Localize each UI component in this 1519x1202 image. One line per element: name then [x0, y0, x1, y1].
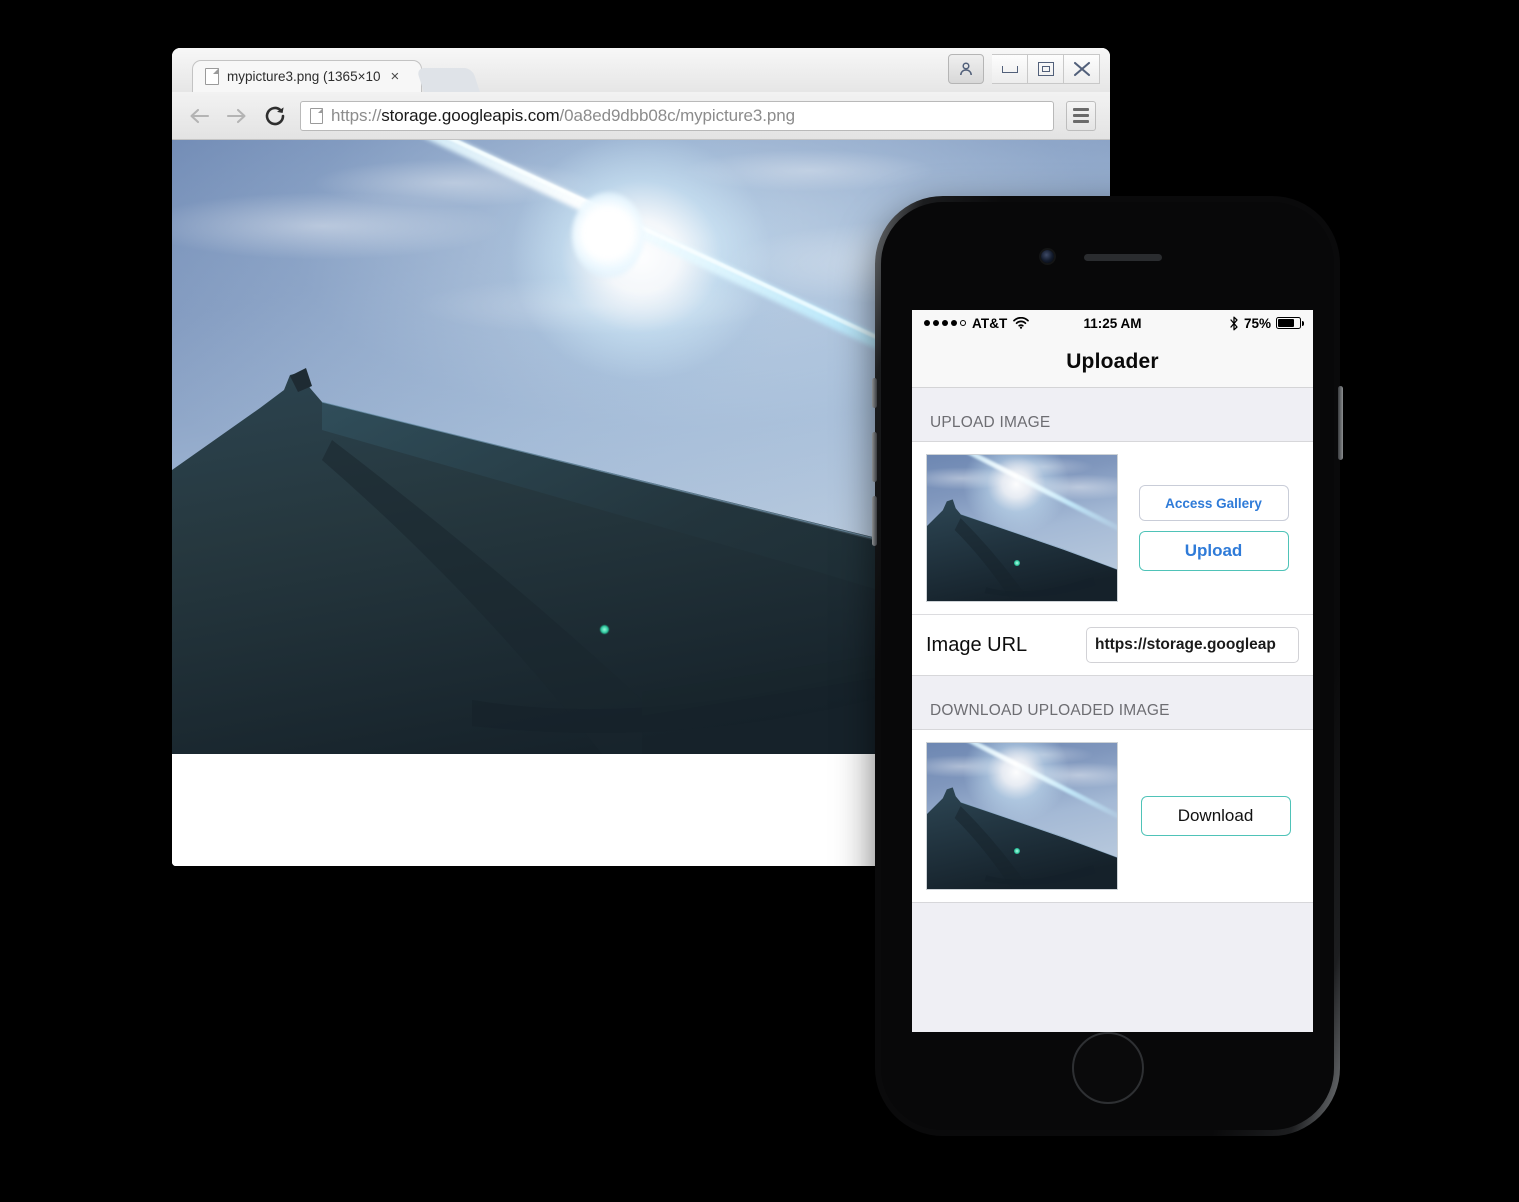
iphone-device: AT&T 11:25 AM 75% Uploader UPLOAD IMAGE … — [872, 196, 1343, 1136]
power-button[interactable] — [1338, 386, 1343, 460]
document-icon — [205, 68, 219, 85]
app-nav-bar: Uploader — [912, 336, 1313, 388]
front-camera-icon — [1041, 250, 1054, 263]
browser-toolbar: https://storage.googleapis.com/0a8ed9dbb… — [172, 92, 1110, 140]
screenshot-stage: mypicture3.png (1365×10 × https://storag… — [0, 0, 1519, 1202]
browser-tab-title: mypicture3.png (1365×10 — [227, 69, 381, 84]
close-button[interactable] — [1064, 54, 1100, 84]
status-bar-left: AT&T — [924, 315, 1030, 331]
section-header-upload: UPLOAD IMAGE — [912, 388, 1313, 441]
minimize-button[interactable] — [992, 54, 1028, 84]
home-button[interactable] — [1071, 1032, 1144, 1104]
upload-row: Access Gallery Upload — [912, 442, 1313, 614]
tab-close-icon[interactable]: × — [388, 69, 399, 84]
download-row: Download — [912, 730, 1313, 902]
upload-group: Access Gallery Upload Image URL https://… — [912, 441, 1313, 676]
browser-tab[interactable]: mypicture3.png (1365×10 × — [192, 60, 422, 92]
reload-icon[interactable] — [262, 103, 288, 129]
forward-arrow-icon[interactable] — [224, 103, 250, 129]
scroll-view-footer — [912, 903, 1313, 1032]
browser-title-bar: mypicture3.png (1365×10 × — [172, 48, 1110, 92]
back-arrow-icon[interactable] — [186, 103, 212, 129]
access-gallery-button[interactable]: Access Gallery — [1138, 485, 1289, 521]
url-host: storage.googleapis.com — [381, 105, 560, 125]
image-url-input[interactable]: https://storage.googleap — [1086, 627, 1299, 663]
browser-tab-strip: mypicture3.png (1365×10 × — [192, 60, 480, 92]
address-bar-url: https://storage.googleapis.com/0a8ed9dbb… — [331, 106, 795, 126]
status-bar-right: 75% — [1229, 315, 1305, 331]
battery-icon — [1276, 317, 1305, 329]
user-account-icon[interactable] — [948, 54, 984, 84]
page-document-icon — [310, 107, 323, 124]
window-controls — [948, 54, 1100, 84]
volume-up-button[interactable] — [872, 432, 877, 482]
volume-down-button[interactable] — [872, 496, 877, 546]
phone-body: AT&T 11:25 AM 75% Uploader UPLOAD IMAGE … — [881, 202, 1334, 1130]
battery-percent-label: 75% — [1243, 315, 1271, 331]
app-scroll-view[interactable]: UPLOAD IMAGE Access Gallery Upload Image… — [912, 388, 1313, 1032]
url-path: /0a8ed9dbb08c/mypicture3.png — [559, 105, 795, 125]
image-url-label: Image URL — [926, 633, 1028, 656]
wifi-icon — [1013, 317, 1030, 329]
upload-actions: Access Gallery Upload — [1132, 485, 1299, 571]
section-header-download: DOWNLOAD UPLOADED IMAGE — [912, 676, 1313, 729]
upload-image-thumbnail[interactable] — [926, 454, 1118, 602]
address-bar[interactable]: https://storage.googleapis.com/0a8ed9dbb… — [300, 100, 1054, 131]
download-image-thumbnail[interactable] — [926, 742, 1118, 890]
signal-strength-dots — [924, 320, 966, 326]
download-button[interactable]: Download — [1140, 796, 1291, 836]
mute-switch[interactable] — [872, 378, 877, 408]
maximize-button[interactable] — [1028, 54, 1064, 84]
download-actions: Download — [1132, 796, 1299, 836]
new-tab-button[interactable] — [416, 68, 480, 92]
status-bar: AT&T 11:25 AM 75% — [912, 310, 1313, 336]
upload-button[interactable]: Upload — [1138, 531, 1289, 571]
carrier-label: AT&T — [972, 315, 1008, 331]
bluetooth-icon — [1229, 316, 1239, 331]
hamburger-menu-icon[interactable] — [1066, 100, 1096, 131]
download-group: Download — [912, 729, 1313, 903]
lens-artifact-dot — [599, 625, 609, 635]
url-scheme: https:// — [331, 105, 382, 125]
phone-screen: AT&T 11:25 AM 75% Uploader UPLOAD IMAGE … — [912, 310, 1313, 1032]
image-url-row: Image URL https://storage.googleap — [912, 614, 1313, 675]
page-title: Uploader — [1066, 349, 1159, 373]
earpiece-speaker — [1084, 254, 1162, 261]
